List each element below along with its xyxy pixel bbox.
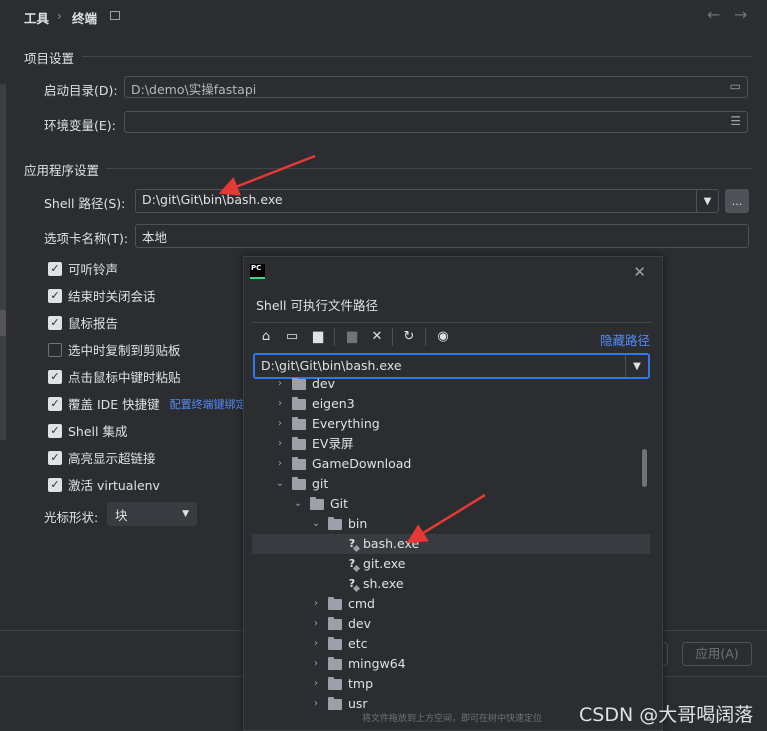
annotation-arrow-bash <box>406 493 486 544</box>
annotation-arrow-shell <box>218 154 316 196</box>
watermark: CSDN @大哥喝阔落 <box>579 704 754 726</box>
annotation-arrows <box>218 154 486 544</box>
